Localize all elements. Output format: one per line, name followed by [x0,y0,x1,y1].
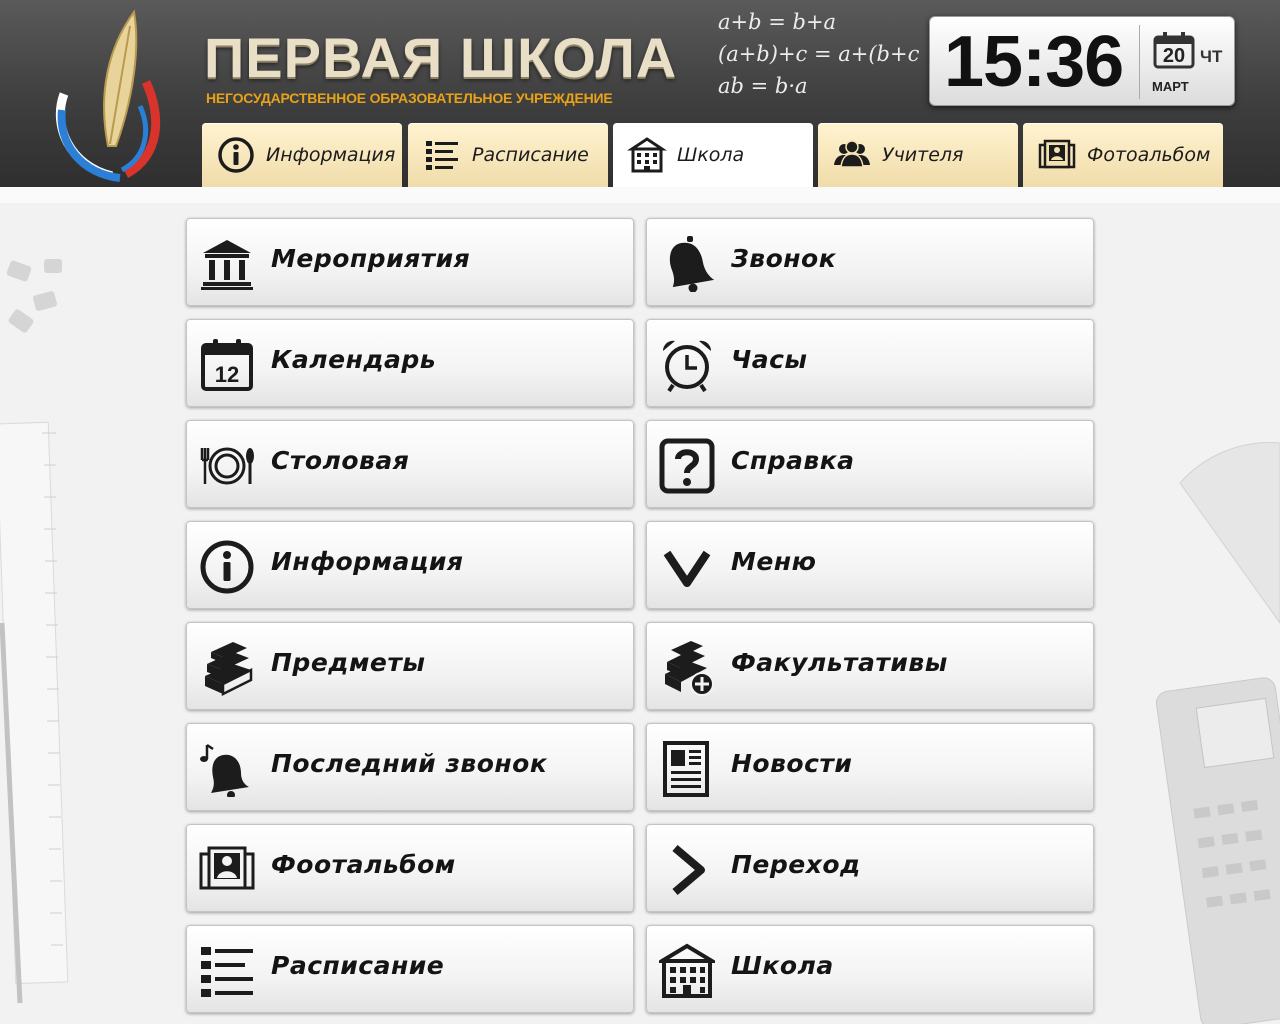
school-logo [55,9,161,182]
menu-label: Звонок [731,244,837,273]
menu-label: Факультативы [731,648,948,677]
books-icon [205,642,253,696]
menu-electives-button[interactable]: Факультативы [646,622,1094,710]
calendar-icon: 12 [201,339,253,391]
help-icon [659,438,715,494]
tab-label: Расписание [472,144,589,166]
menu-label: Столовая [271,446,410,475]
header: ПЕРВАЯ ШКОЛА НЕГОСУДАРСТВЕННОЕ ОБРАЗОВАТ… [0,0,1280,187]
books-add-icon [665,641,714,696]
tab-label: Информация [266,144,396,166]
menu-calendar-button[interactable]: 12 Календарь [186,319,634,407]
menu-label: Календарь [271,345,437,374]
formula-line: a+b = b+a [718,10,837,34]
menu-label: Информация [271,547,464,576]
header-divider [0,187,1280,203]
menu-cafeteria-button[interactable]: Столовая [186,420,634,508]
formula-line: ab = b·a [718,74,808,98]
chevron-right-icon [672,844,705,896]
clock-divider [1139,25,1140,99]
menu-navigate-button[interactable]: Переход [646,824,1094,912]
calendar-icon-day: 12 [215,362,239,387]
photo-album-icon [1038,139,1076,169]
school-building-icon [659,943,715,998]
tab-label: Фотоальбом [1087,144,1211,166]
tab-label: Школа [677,144,745,166]
menu-label: Новости [731,749,853,778]
users-icon [834,140,870,168]
bell-icon [669,236,715,292]
menu-last-bell-button[interactable]: Последний звонок [186,723,634,811]
newspaper-icon [663,741,709,797]
chevron-down-icon [663,550,711,587]
menu-bell-button[interactable]: Звонок [646,218,1094,306]
menu-label: Фоотальбом [271,850,456,879]
menu-photo-album-button[interactable]: Фоотальбом [186,824,634,912]
menu-help-button[interactable]: Справка [646,420,1094,508]
menu-grid: Мероприятия 12 Календарь Столовая Информ… [186,218,1096,1024]
dining-icon [200,447,254,485]
info-icon [200,540,254,594]
menu-schedule-button[interactable]: Расписание [186,925,634,1013]
menu-clock-button[interactable]: Часы [646,319,1094,407]
menu-label: Справка [731,446,855,475]
menu-events-button[interactable]: Мероприятия [186,218,634,306]
menu-news-button[interactable]: Новости [646,723,1094,811]
menu-label: Предметы [271,648,426,677]
clock-weekday: ЧТ [1200,47,1223,66]
list-icon [201,947,253,997]
clock-month: МАРТ [1152,79,1189,94]
bell-music-icon [200,743,249,797]
tab-label: Учителя [882,144,964,166]
menu-information-button[interactable]: Информация [186,521,634,609]
info-icon [218,137,254,173]
menu-label: Часы [731,345,808,374]
menu-label: Мероприятия [271,244,471,273]
clock-time: 15:36 [944,22,1124,102]
menu-subjects-button[interactable]: Предметы [186,622,634,710]
alarm-clock-icon [662,340,712,393]
menu-label: Школа [731,951,834,980]
photo-album-icon [199,846,255,890]
tab-information[interactable]: Информация [202,123,402,187]
math-formulas: a+b = b+a (a+b)+c = a+(b+c ab = b·a [718,6,920,104]
tab-school[interactable]: Школа [613,123,813,187]
tab-teachers[interactable]: Учителя [818,123,1018,187]
list-icon [426,141,458,170]
menu-school-button[interactable]: Школа [646,925,1094,1013]
school-building-icon [627,137,667,173]
app-subtitle: НЕГОСУДАРСТВЕННОЕ ОБРАЗОВАТЕЛЬНОЕ УЧРЕЖД… [206,90,613,106]
tab-schedule[interactable]: Расписание [408,123,608,187]
tab-photo-album[interactable]: Фотоальбом [1023,123,1223,187]
menu-label: Расписание [271,951,445,980]
museum-icon [201,240,253,290]
menu-menu-button[interactable]: Меню [646,521,1094,609]
clock-widget: 15:36 20 ЧТ МАРТ [929,16,1235,106]
clock-day: 20 [1162,45,1186,67]
app-title: ПЕРВАЯ ШКОЛА [204,26,678,89]
menu-label: Последний звонок [271,749,548,778]
menu-label: Переход [731,850,861,879]
formula-line: (a+b)+c = a+(b+c [718,42,920,66]
menu-label: Меню [731,547,817,576]
